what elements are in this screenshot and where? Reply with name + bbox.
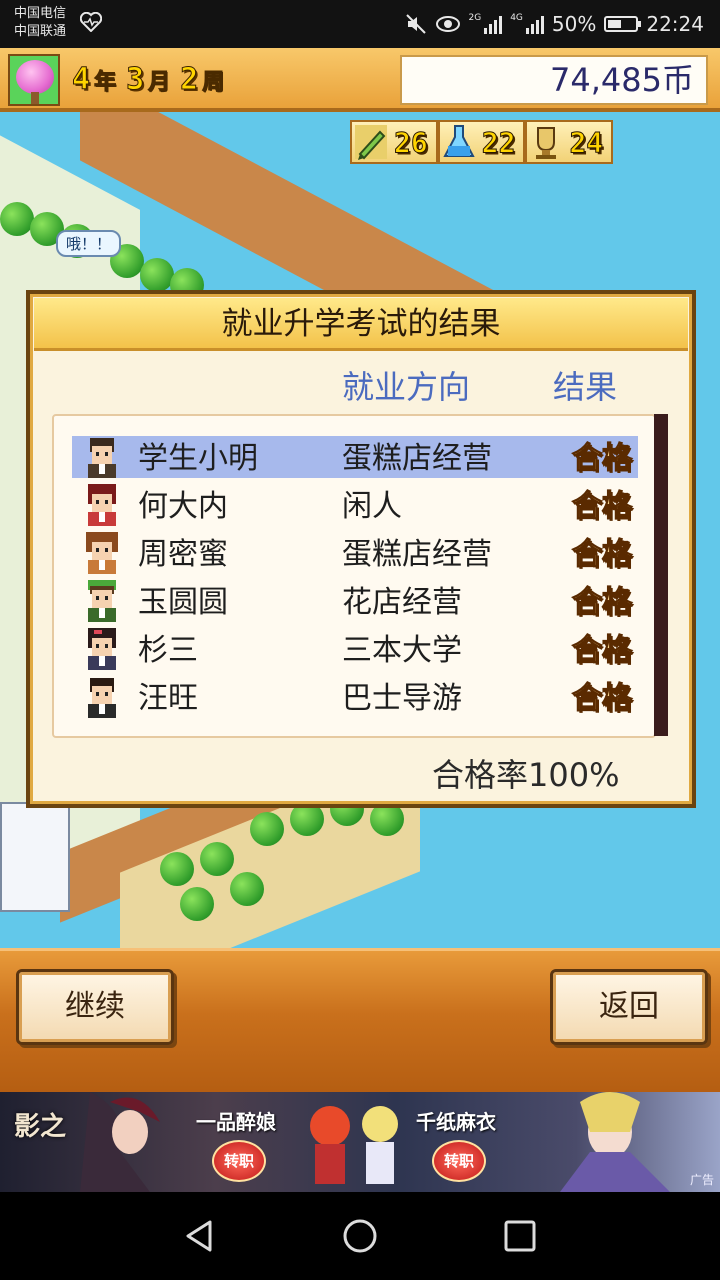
recents-nav-icon[interactable] [500, 1216, 540, 1256]
ad-character-image [80, 1092, 160, 1192]
ad-text-2: 千纸麻衣 [416, 1110, 496, 1134]
list-scrollbar[interactable] [654, 414, 668, 736]
navigation-bar [0, 1192, 720, 1280]
student-name: 杉三 [138, 633, 198, 668]
student-name: 何大内 [138, 489, 228, 524]
student-name: 汪旺 [138, 681, 198, 716]
student-row[interactable]: 玉圆圆 花店经营 合格 [72, 580, 638, 622]
ad-button-1[interactable]: 转职 [212, 1140, 266, 1182]
control-bar: 继续 返回 [0, 948, 720, 1092]
map-tree [250, 812, 284, 846]
network-type-1: 2G [468, 13, 482, 23]
battery-icon [604, 16, 642, 32]
student-name: 周密蜜 [138, 537, 228, 572]
student-career: 蛋糕店经营 [342, 537, 492, 572]
student-career: 闲人 [342, 489, 402, 524]
student-avatar-icon [88, 580, 116, 622]
student-career: 花店经营 [342, 585, 462, 620]
student-career: 三本大学 [342, 633, 462, 668]
stat-arts-value: 24 [569, 125, 604, 159]
battery-percent: 50% [551, 12, 597, 36]
year-value: 4 [71, 62, 91, 98]
money-display: 74,485币 [400, 55, 708, 105]
trophy-icon [536, 127, 557, 159]
school-building[interactable] [0, 802, 70, 912]
stat-arts: 24 [525, 120, 614, 164]
continue-button[interactable]: 继续 [16, 969, 174, 1045]
carrier-info: 中国电信 中国联通 [14, 5, 66, 41]
status-bar: 中国电信 中国联通 2G 4G 50% 22:24 [0, 0, 720, 48]
stat-study: 26 [350, 120, 438, 164]
ad-button-2[interactable]: 转职 [432, 1140, 486, 1182]
ad-label: 广告 [689, 1173, 714, 1187]
student-row[interactable]: 杉三 三本大学 合格 [72, 628, 638, 670]
carrier-2: 中国联通 [14, 24, 67, 39]
pencil-icon [355, 125, 387, 160]
network-type-2: 4G [510, 13, 523, 23]
student-row[interactable]: 学生小明 蛋糕店经营 合格 [72, 436, 638, 478]
student-result: 合格 [571, 488, 632, 524]
week-value: 2 [180, 62, 199, 98]
map-tree [180, 887, 214, 921]
student-avatar-icon [88, 678, 116, 718]
carrier-1: 中国电信 [14, 6, 67, 21]
map-tree [230, 872, 264, 906]
game-date: 4 年 3 月 2 周 [71, 62, 230, 98]
student-result: 合格 [571, 440, 632, 476]
map-tree [160, 852, 194, 886]
student-row[interactable]: 汪旺 巴士导游 合格 [72, 676, 638, 718]
back-nav-icon[interactable] [180, 1216, 220, 1256]
mute-icon [405, 14, 426, 34]
student-avatar-icon [88, 438, 116, 478]
student-result: 合格 [571, 680, 632, 716]
year-unit: 年 [94, 69, 117, 95]
week-unit: 周 [202, 69, 225, 95]
stats-bar: 26 22 24 [350, 120, 614, 164]
student-result: 合格 [571, 584, 632, 620]
pass-rate: 合格率100% [432, 756, 620, 794]
student-name: 玉圆圆 [138, 585, 228, 620]
dialog-title: 就业升学考试的结果 [34, 298, 688, 351]
student-avatar-icon [86, 532, 118, 574]
student-result: 合格 [571, 632, 632, 668]
column-header-career: 就业方向 [342, 368, 471, 406]
ad-text-1: 一品醉娘 [196, 1110, 276, 1134]
stat-science-value: 22 [481, 125, 516, 159]
ad-character-image-3 [560, 1092, 670, 1192]
student-name: 学生小明 [138, 441, 258, 476]
signal-icon-2: 4G [510, 14, 544, 34]
game-header: 4 年 3 月 2 周 74,485币 [0, 48, 720, 112]
student-row[interactable]: 周密蜜 蛋糕店经营 合格 [72, 532, 638, 574]
student-avatar-icon [88, 628, 116, 670]
month-value: 3 [126, 62, 145, 98]
eye-icon [435, 16, 460, 32]
home-nav-icon[interactable] [340, 1216, 380, 1256]
signal-icon-1: 2G [469, 14, 503, 34]
ad-character-image-2 [310, 1106, 398, 1184]
student-avatar-icon [88, 484, 116, 526]
student-result: 合格 [571, 536, 632, 572]
map-tree [140, 258, 174, 292]
month-unit: 月 [148, 69, 171, 95]
ad-banner[interactable]: 影之 一品醉娘 转职 千纸麻衣 转职 广告 [0, 1092, 720, 1192]
back-button[interactable]: 返回 [550, 969, 708, 1045]
flask-icon [443, 125, 475, 157]
student-career: 巴士导游 [342, 681, 462, 716]
student-row[interactable]: 何大内 闲人 合格 [72, 484, 638, 526]
column-header-result: 结果 [553, 368, 618, 406]
speech-bubble: 哦！！ [56, 230, 122, 257]
stat-science: 22 [437, 120, 526, 164]
student-career: 蛋糕店经营 [342, 441, 492, 476]
health-heart-icon [80, 12, 102, 32]
stat-study-value: 26 [394, 125, 429, 159]
ad-logo: 影之 [14, 1112, 67, 1142]
sakura-tree-icon[interactable] [8, 54, 60, 106]
map-tree [200, 842, 234, 876]
map-tree [0, 202, 34, 236]
clock: 22:24 [646, 12, 704, 36]
